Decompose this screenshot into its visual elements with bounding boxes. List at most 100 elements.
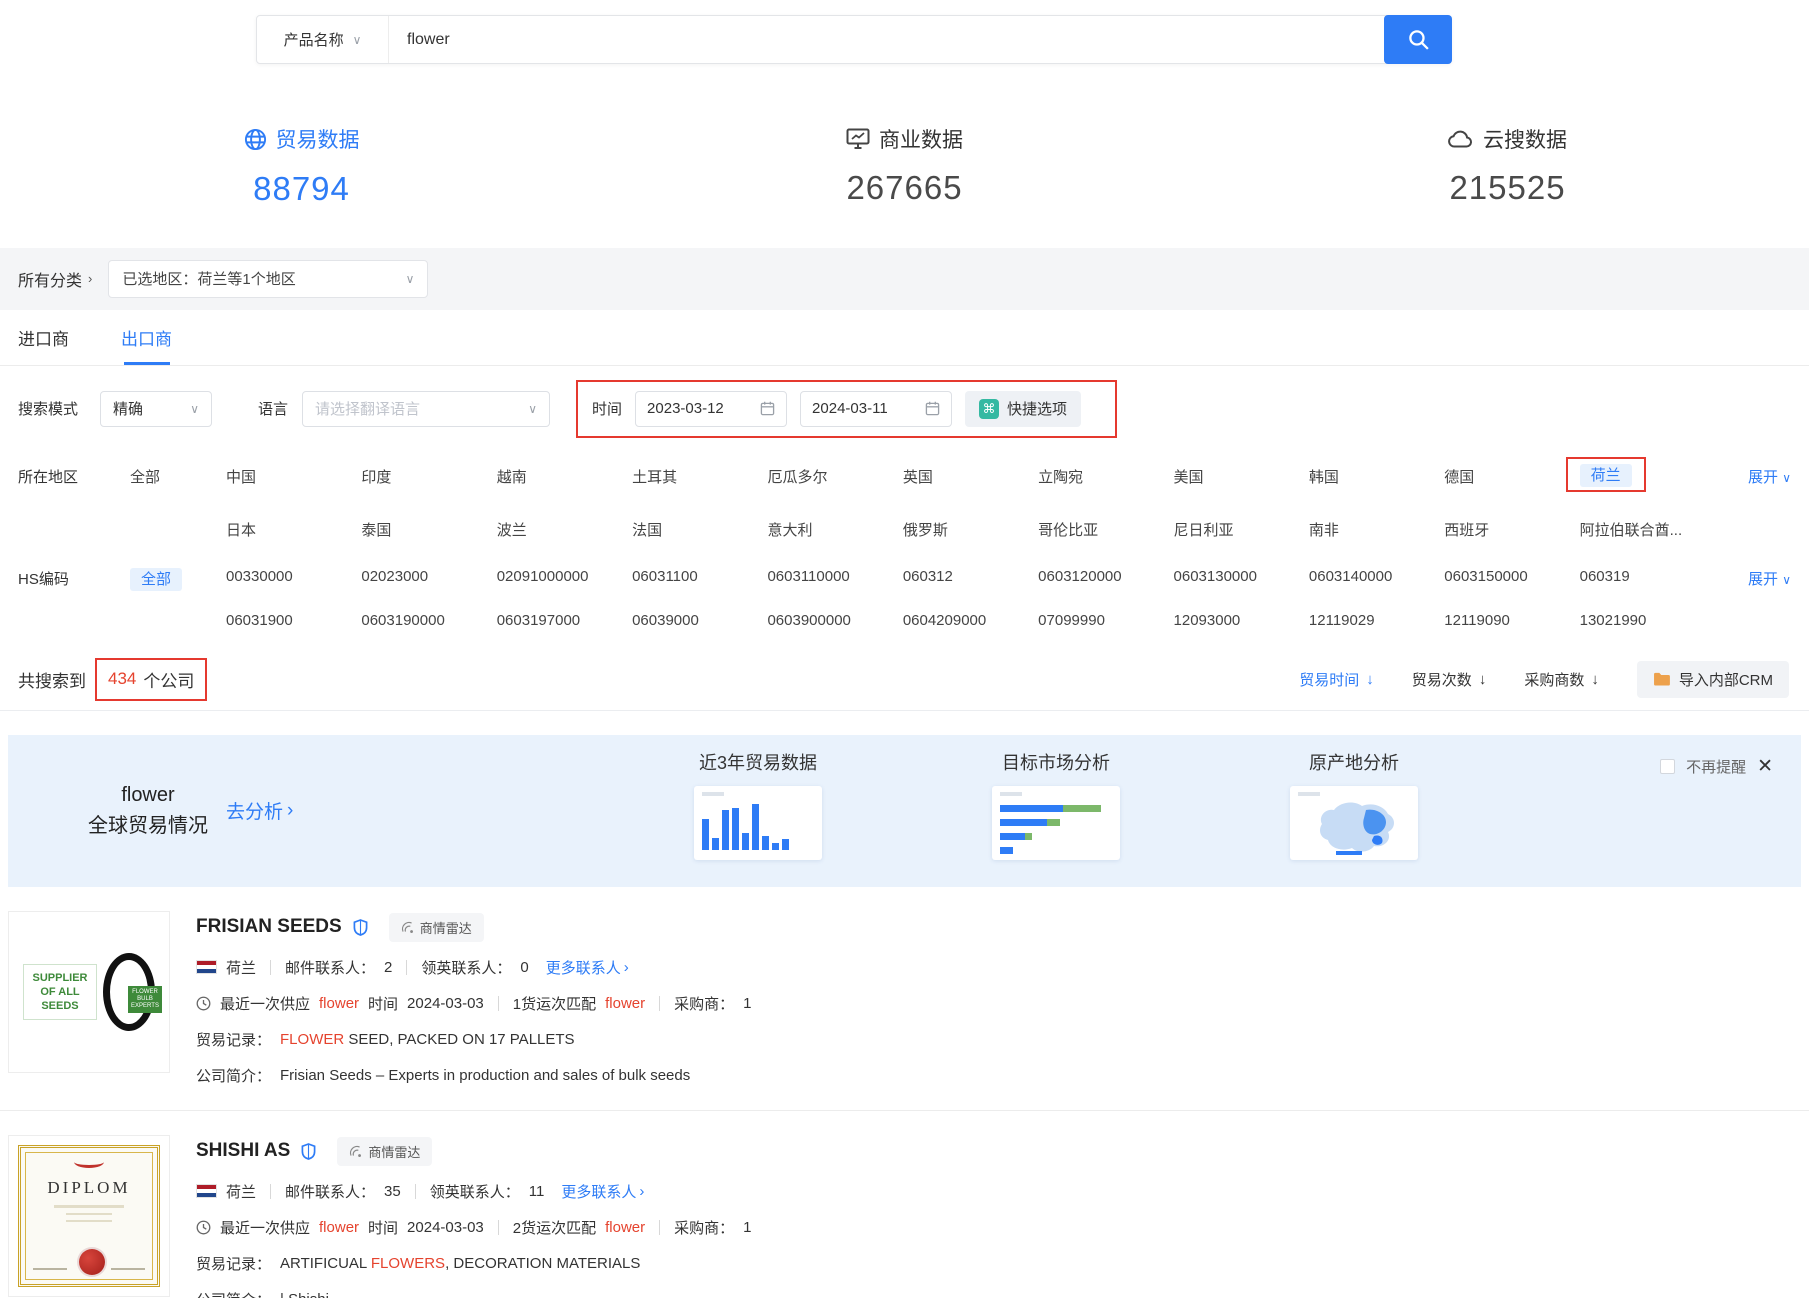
region-item[interactable]: 哥伦比亚 (1038, 515, 1173, 540)
hs-code-item[interactable]: 06031100 (632, 564, 767, 585)
category-band: 所有分类 › 已选地区：荷兰等1个地区 ∨ (0, 248, 1809, 310)
region-item[interactable]: 美国 (1174, 462, 1309, 492)
company-name[interactable]: SHISHI AS (196, 1140, 290, 1162)
more-contacts-link[interactable]: 更多联系人 › (546, 957, 629, 978)
search-category-dropdown[interactable]: 产品名称 ∨ (257, 16, 389, 63)
region-item[interactable]: 俄罗斯 (903, 515, 1038, 540)
hs-all-option[interactable]: 全部 (130, 564, 226, 589)
import-crm-button[interactable]: 导入内部CRM (1637, 661, 1789, 698)
calendar-icon (925, 401, 940, 416)
card-target-market[interactable]: 目标市场分析 (966, 749, 1146, 860)
search-box: 产品名称 ∨ (256, 15, 1452, 64)
hs-code-item[interactable]: 0603110000 (767, 564, 902, 585)
date-to-input[interactable]: 2024-03-11 (800, 391, 952, 427)
hs-code-item[interactable]: 0603150000 (1444, 564, 1579, 585)
region-item[interactable]: 法国 (632, 515, 767, 540)
profile-label: 公司简介： (196, 1065, 271, 1086)
linkedin-contacts-count: 11 (529, 1183, 545, 1200)
company-name[interactable]: FRISIAN SEEDS (196, 916, 342, 938)
region-item[interactable]: 印度 (361, 462, 496, 492)
hs-code-item[interactable]: 0603197000 (497, 608, 632, 629)
chevron-right-icon: › (624, 959, 629, 976)
hs-code-item[interactable]: 12119090 (1444, 608, 1579, 629)
region-item[interactable]: 日本 (226, 515, 361, 540)
date-from-value: 2023-03-12 (647, 400, 724, 417)
company-contact-row: 荷兰 邮件联系人： 2 领英联系人： 0 更多联系人 › (196, 957, 1791, 978)
quick-options-button[interactable]: ⌘ 快捷选项 (965, 391, 1081, 427)
search-input[interactable] (389, 16, 1385, 63)
region-item[interactable]: 泰国 (361, 515, 496, 540)
date-from-input[interactable]: 2023-03-12 (635, 391, 787, 427)
more-contacts-label: 更多联系人 (561, 1181, 636, 1202)
company-logo[interactable]: DIPLOM (8, 1135, 170, 1297)
hs-code-item[interactable]: 0603190000 (361, 608, 496, 629)
region-item-selected[interactable]: 荷兰 (1580, 464, 1632, 487)
region-item[interactable]: 意大利 (767, 515, 902, 540)
hs-code-item[interactable]: 13021990 (1580, 608, 1715, 629)
hs-code-item[interactable]: 07099990 (1038, 608, 1173, 629)
hs-code-item[interactable]: 12119029 (1309, 608, 1444, 629)
radar-icon (401, 921, 414, 934)
search-mode-dropdown[interactable]: 精确 ∨ (100, 391, 212, 427)
search-button[interactable] (1384, 15, 1452, 64)
hs-code-item[interactable]: 12093000 (1174, 608, 1309, 629)
quick-options-label: 快捷选项 (1007, 398, 1067, 419)
region-item[interactable]: 尼日利亚 (1174, 515, 1309, 540)
hs-code-item[interactable]: 02091000000 (497, 564, 632, 585)
sort-trade-time[interactable]: 贸易时间 ↓ (1299, 669, 1374, 690)
shield-icon[interactable] (301, 1143, 316, 1160)
breadcrumb-all-categories[interactable]: 所有分类 › (18, 267, 92, 291)
stat-business-data[interactable]: 商业数据 267665 (603, 124, 1206, 208)
go-analyze-link[interactable]: 去分析 › (226, 797, 293, 824)
region-item[interactable]: 中国 (226, 462, 361, 492)
region-item[interactable]: 厄瓜多尔 (767, 462, 902, 492)
hs-code-item[interactable]: 02023000 (361, 564, 496, 585)
region-item[interactable]: 西班牙 (1444, 515, 1579, 540)
banner-promo: flower 全球贸易情况 去分析 › (88, 780, 293, 842)
hs-expand-link[interactable]: 展开 ∨ (1715, 564, 1791, 589)
trade-record-text: FLOWER SEED, PACKED ON 17 PALLETS (280, 1031, 575, 1048)
region-all-option[interactable]: 全部 (130, 462, 226, 487)
card-origin-analysis[interactable]: 原产地分析 (1264, 749, 1444, 860)
region-item[interactable]: 韩国 (1309, 462, 1444, 492)
selected-region-dropdown[interactable]: 已选地区：荷兰等1个地区 ∨ (108, 260, 428, 298)
business-radar-badge[interactable]: 商情雷达 (337, 1137, 432, 1166)
region-item[interactable]: 德国 (1444, 462, 1579, 492)
hs-code-item[interactable]: 0604209000 (903, 608, 1038, 629)
data-source-stats: 贸易数据 88794 商业数据 267665 云搜数据 215525 (0, 124, 1809, 208)
business-radar-badge[interactable]: 商情雷达 (389, 913, 484, 942)
chevron-down-icon: ∨ (406, 272, 415, 286)
region-item[interactable]: 越南 (497, 462, 632, 492)
stat-trade-data[interactable]: 贸易数据 88794 (0, 124, 603, 208)
hs-code-item[interactable]: 0603900000 (767, 608, 902, 629)
region-item[interactable]: 立陶宛 (1038, 462, 1173, 492)
hs-code-item[interactable]: 06031900 (226, 608, 361, 629)
tab-importer[interactable]: 进口商 (18, 310, 69, 365)
region-item[interactable]: 土耳其 (632, 462, 767, 492)
profile-text: | Shishi (280, 1291, 329, 1298)
language-dropdown[interactable]: 请选择翻译语言 ∨ (302, 391, 550, 427)
card-trade-3years[interactable]: 近3年贸易数据 (668, 749, 848, 860)
hs-code-item[interactable]: 0603130000 (1174, 564, 1309, 585)
sort-trade-count[interactable]: 贸易次数 ↓ (1412, 669, 1487, 690)
hs-code-item[interactable]: 060312 (903, 564, 1038, 585)
close-icon[interactable]: ✕ (1757, 755, 1773, 778)
hs-code-item[interactable]: 0603140000 (1309, 564, 1444, 585)
dont-remind-checkbox[interactable] (1660, 759, 1675, 774)
hs-code-item[interactable]: 060319 (1580, 564, 1715, 585)
tab-exporter[interactable]: 出口商 (121, 310, 172, 365)
hs-code-item[interactable]: 00330000 (226, 564, 361, 585)
company-logo[interactable]: SUPPLIER OF ALL SEEDS FLOWER BULB EXPERT… (8, 911, 170, 1073)
shield-icon[interactable] (353, 919, 368, 936)
hs-code-item[interactable]: 06039000 (632, 608, 767, 629)
profile-label: 公司简介： (196, 1289, 271, 1298)
region-expand-link[interactable]: 展开 ∨ (1715, 462, 1791, 487)
region-item[interactable]: 英国 (903, 462, 1038, 492)
more-contacts-link[interactable]: 更多联系人 › (561, 1181, 644, 1202)
region-item[interactable]: 阿拉伯联合酋... (1580, 515, 1715, 540)
region-item[interactable]: 南非 (1309, 515, 1444, 540)
sort-buyer-count[interactable]: 采购商数 ↓ (1524, 669, 1599, 690)
stat-cloud-data[interactable]: 云搜数据 215525 (1206, 124, 1809, 208)
region-item[interactable]: 波兰 (497, 515, 632, 540)
hs-code-item[interactable]: 0603120000 (1038, 564, 1173, 585)
